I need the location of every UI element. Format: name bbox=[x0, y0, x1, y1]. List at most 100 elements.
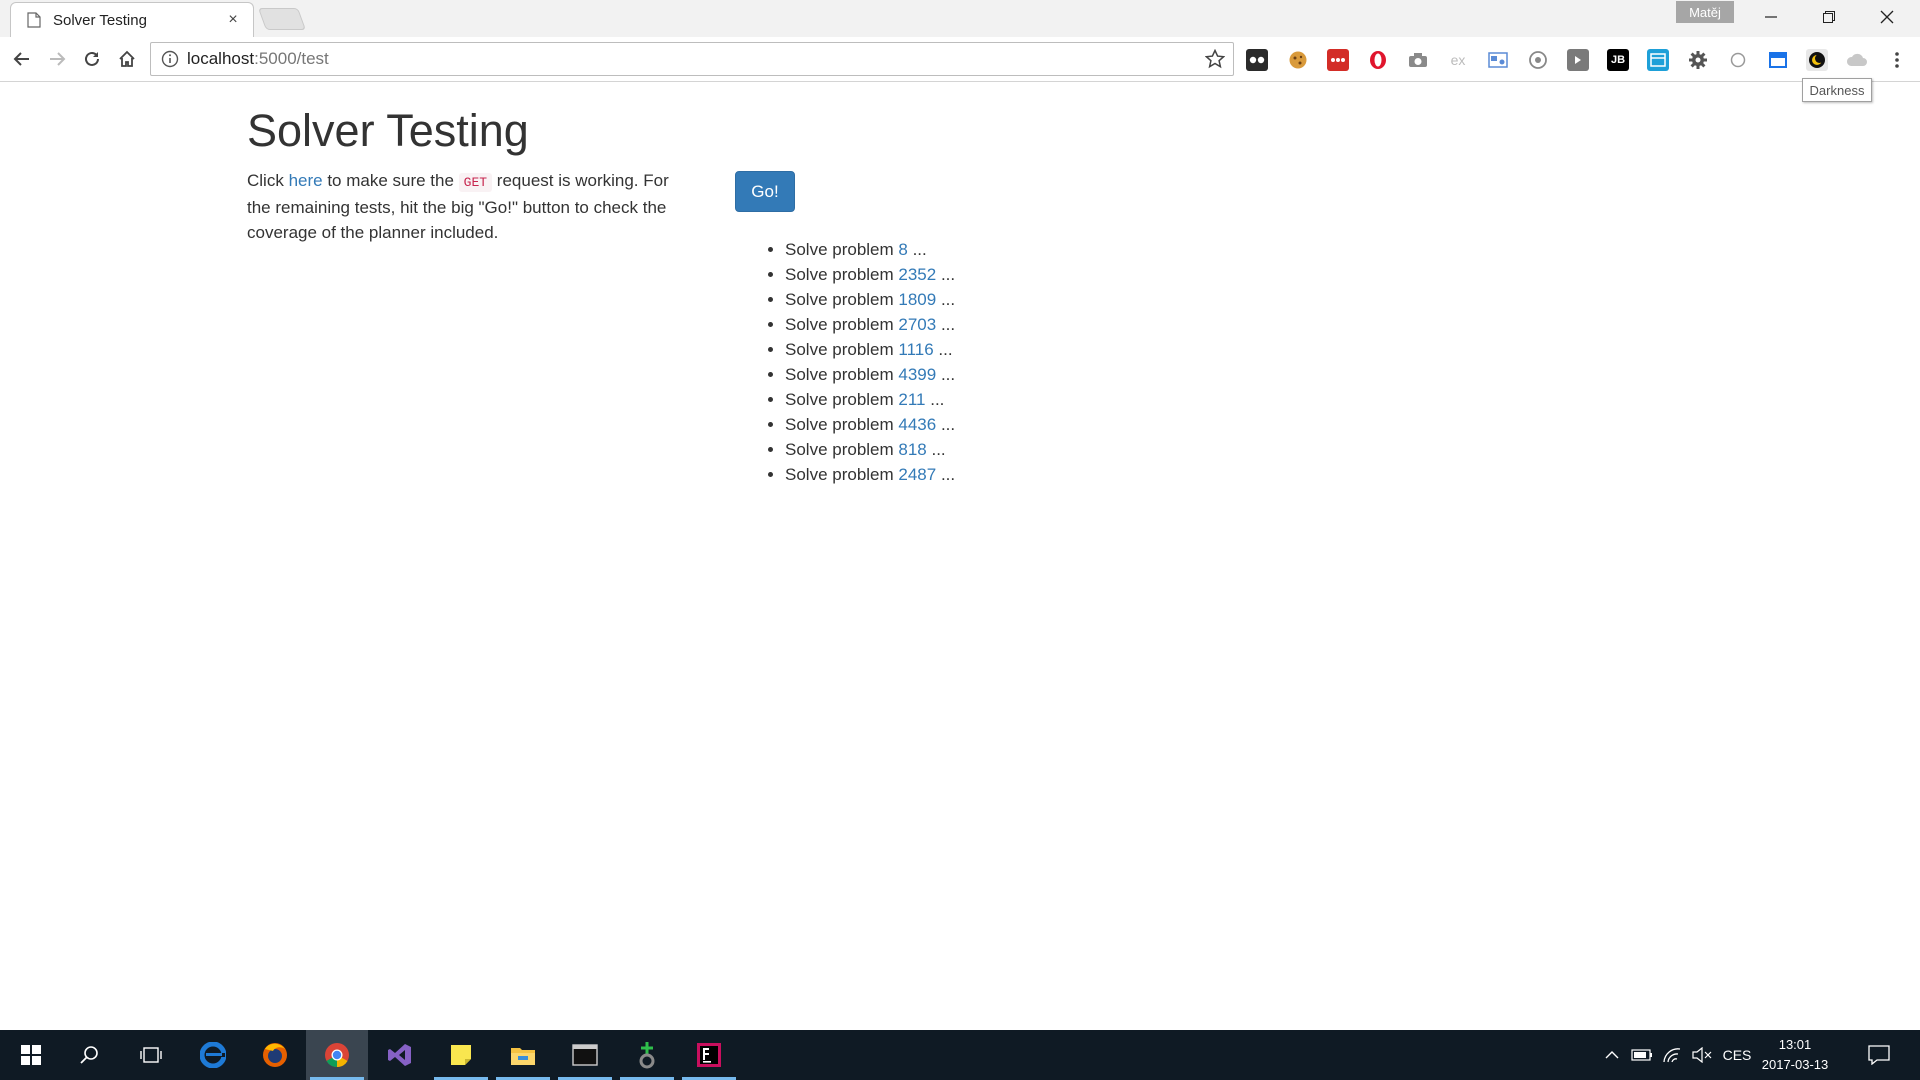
windows-taskbar: CES 13:01 2017-03-13 bbox=[0, 1030, 1920, 1080]
chrome-menu-button[interactable] bbox=[1886, 49, 1908, 71]
problem-prefix: Solve problem bbox=[785, 265, 899, 284]
minimize-button[interactable] bbox=[1742, 0, 1800, 34]
screenshot-icon[interactable] bbox=[1487, 49, 1509, 71]
problem-suffix: ... bbox=[925, 390, 945, 409]
problem-prefix: Solve problem bbox=[785, 440, 899, 459]
restore-button[interactable] bbox=[1800, 0, 1858, 34]
action-center-button[interactable] bbox=[1866, 1045, 1892, 1065]
problem-link[interactable]: 1809 bbox=[898, 290, 936, 309]
problem-link[interactable]: 8 bbox=[898, 240, 907, 259]
problem-item: Solve problem 818 ... bbox=[785, 437, 955, 462]
firefox-taskbar-item[interactable] bbox=[244, 1030, 306, 1080]
search-button[interactable] bbox=[58, 1030, 120, 1080]
problem-item: Solve problem 4399 ... bbox=[785, 362, 955, 387]
lastpass-glyph bbox=[1331, 58, 1345, 62]
visual-studio-taskbar-item[interactable] bbox=[368, 1030, 430, 1080]
chrome-taskbar-item[interactable] bbox=[306, 1030, 368, 1080]
settings-extension-icon[interactable] bbox=[1687, 49, 1709, 71]
profile-button[interactable]: Matěj bbox=[1676, 1, 1734, 23]
problem-link[interactable]: 2487 bbox=[898, 465, 936, 484]
chrome-extension-icon[interactable] bbox=[1527, 49, 1549, 71]
lastpass-icon[interactable] bbox=[1327, 49, 1349, 71]
problem-link[interactable]: 2703 bbox=[898, 315, 936, 334]
address-bar[interactable]: localhost:5000/test bbox=[150, 42, 1234, 76]
cookie-icon[interactable] bbox=[1287, 49, 1309, 71]
problem-item: Solve problem 4436 ... bbox=[785, 412, 955, 437]
arrow-glyph bbox=[1575, 56, 1581, 64]
circle-extension-icon[interactable] bbox=[1727, 49, 1749, 71]
page-title: Solver Testing bbox=[247, 105, 529, 156]
wifi-icon bbox=[1663, 1048, 1681, 1063]
bookmark-star-icon[interactable] bbox=[1205, 49, 1225, 69]
problem-item: Solve problem 2703 ... bbox=[785, 312, 955, 337]
forward-button[interactable] bbox=[45, 47, 69, 71]
problem-suffix: ... bbox=[933, 340, 953, 359]
arrow-extension-icon[interactable] bbox=[1567, 49, 1589, 71]
here-link[interactable]: here bbox=[289, 171, 323, 190]
close-window-button[interactable] bbox=[1858, 0, 1916, 34]
problem-prefix: Solve problem bbox=[785, 390, 899, 409]
calendar-extension-icon[interactable] bbox=[1767, 49, 1789, 71]
problem-link[interactable]: 1116 bbox=[898, 340, 933, 359]
battery-button[interactable] bbox=[1630, 1045, 1654, 1065]
show-hidden-icons-button[interactable] bbox=[1602, 1045, 1622, 1065]
url-host: localhost bbox=[187, 49, 255, 68]
problem-link[interactable]: 2352 bbox=[898, 265, 936, 284]
notification-icon bbox=[1868, 1045, 1890, 1065]
problem-suffix: ... bbox=[936, 290, 956, 309]
opera-icon[interactable] bbox=[1367, 49, 1389, 71]
gear-icon bbox=[1689, 51, 1707, 69]
problem-item: Solve problem 1116 ... bbox=[785, 337, 955, 362]
calendar-glyph bbox=[1769, 52, 1787, 68]
go-button[interactable]: Go! bbox=[735, 171, 795, 212]
volume-muted-icon bbox=[1692, 1047, 1712, 1063]
site-info-icon[interactable] bbox=[161, 50, 179, 68]
screenshot-glyph bbox=[1488, 52, 1508, 68]
sticky-notes-taskbar-item[interactable] bbox=[430, 1030, 492, 1080]
problem-link[interactable]: 4436 bbox=[898, 415, 936, 434]
camera-icon[interactable] bbox=[1407, 49, 1429, 71]
system-clock[interactable]: 13:01 2017-03-13 bbox=[1752, 1035, 1838, 1075]
ghostery-glyph bbox=[1249, 56, 1265, 64]
chevron-up-icon bbox=[1605, 1051, 1619, 1059]
file-explorer-taskbar-item[interactable] bbox=[492, 1030, 554, 1080]
home-button[interactable] bbox=[115, 47, 139, 71]
cloud-extension-icon[interactable] bbox=[1846, 49, 1868, 71]
browser-tab[interactable]: Solver Testing × bbox=[10, 2, 254, 37]
jetbrains-icon[interactable]: JB bbox=[1607, 49, 1629, 71]
start-button[interactable] bbox=[0, 1030, 62, 1080]
reload-button[interactable] bbox=[80, 47, 104, 71]
cookie-glyph bbox=[1289, 51, 1307, 69]
forward-arrow-icon bbox=[50, 52, 66, 66]
clock-time: 13:01 bbox=[1778, 1037, 1812, 1052]
tab-close-icon[interactable]: × bbox=[225, 11, 241, 29]
home-icon bbox=[119, 50, 135, 67]
rider-taskbar-item[interactable] bbox=[678, 1030, 740, 1080]
problem-prefix: Solve problem bbox=[785, 340, 899, 359]
task-view-button[interactable] bbox=[120, 1030, 182, 1080]
problem-link[interactable]: 818 bbox=[898, 440, 926, 459]
moon-glyph bbox=[1809, 52, 1825, 68]
git-taskbar-item[interactable] bbox=[616, 1030, 678, 1080]
git-icon bbox=[639, 1042, 655, 1069]
problem-item: Solve problem 1809 ... bbox=[785, 287, 955, 312]
darkness-icon[interactable] bbox=[1806, 49, 1828, 71]
ghostery-icon[interactable] bbox=[1246, 49, 1268, 71]
visual-studio-icon bbox=[388, 1044, 411, 1066]
problem-link[interactable]: 211 bbox=[898, 390, 925, 409]
window-glyph bbox=[1650, 53, 1666, 67]
back-button[interactable] bbox=[10, 47, 34, 71]
new-tab-button[interactable] bbox=[257, 8, 307, 30]
terminal-taskbar-item[interactable] bbox=[554, 1030, 616, 1080]
volume-button[interactable] bbox=[1690, 1045, 1714, 1065]
problem-suffix: ... bbox=[936, 465, 956, 484]
problem-link[interactable]: 4399 bbox=[898, 365, 936, 384]
input-language[interactable]: CES bbox=[1722, 1045, 1752, 1065]
minimize-icon bbox=[1765, 16, 1777, 18]
problem-item: Solve problem 2352 ... bbox=[785, 262, 955, 287]
network-button[interactable] bbox=[1660, 1045, 1684, 1065]
restore-icon bbox=[1823, 11, 1835, 23]
ex-icon[interactable]: ex bbox=[1447, 49, 1469, 71]
edge-taskbar-item[interactable] bbox=[182, 1030, 244, 1080]
window-extension-icon[interactable] bbox=[1647, 49, 1669, 71]
